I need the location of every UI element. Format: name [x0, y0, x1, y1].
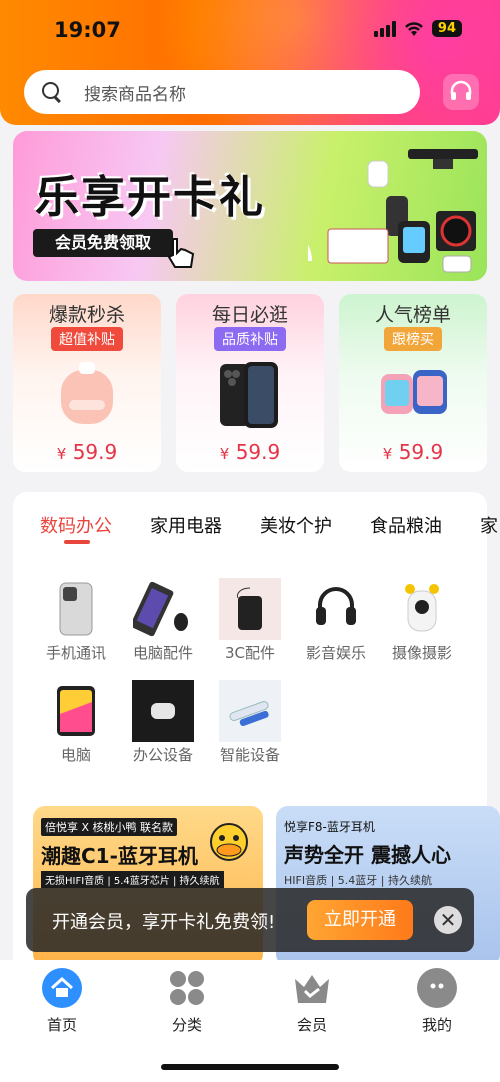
home-indicator[interactable]: [161, 1064, 339, 1070]
tile-subtitle: HIFI音质 | 5.4蓝牙 | 持久续航: [284, 874, 432, 887]
search-placeholder: 搜索商品名称: [84, 84, 186, 105]
category-office-equipment[interactable]: 办公设备: [121, 680, 205, 765]
promo-badge: 品质补贴: [214, 327, 286, 351]
category-label: 影音娱乐: [305, 644, 366, 662]
banner-products-image: [308, 149, 478, 273]
nav-profile[interactable]: 我的: [387, 968, 487, 1035]
promo-title: 每日必逛: [211, 304, 288, 326]
active-tab-indicator: [64, 540, 90, 544]
pointer-hand-icon: [167, 238, 195, 268]
headset-icon: [450, 80, 472, 100]
category-phone[interactable]: 手机通讯: [34, 578, 118, 663]
tablet-icon: [57, 686, 95, 736]
promo-price: ¥ 59.9: [56, 440, 118, 464]
customer-service-button[interactable]: [443, 74, 479, 110]
promo-badge: 跟榜买: [384, 327, 442, 351]
powerbank-icon: [237, 587, 262, 630]
camera-icon: [405, 584, 439, 632]
status-icons: 94: [373, 20, 462, 37]
category-label: 智能设备: [219, 746, 280, 764]
nav-category[interactable]: 分类: [137, 968, 237, 1035]
promo-badge: 超值补贴: [51, 327, 123, 351]
promo-price: ¥ 59.9: [382, 440, 444, 464]
category-grid-icon: [167, 968, 207, 1008]
nav-label: 分类: [171, 1016, 202, 1034]
category-audio-entertainment[interactable]: 影音娱乐: [294, 578, 378, 663]
profile-icon: [417, 968, 457, 1008]
wifi-icon: [404, 21, 423, 36]
category-camera[interactable]: 摄像摄影: [380, 578, 464, 663]
promo-card-popular[interactable]: 人气榜单 跟榜买 ¥ 59.9: [339, 294, 487, 472]
category-label: 3C配件: [224, 644, 276, 662]
signal-icon: [373, 20, 396, 37]
banner-cta-button[interactable]: 会员免费领取: [33, 229, 174, 257]
category-label: 电脑: [60, 746, 91, 764]
promo-card-flash-sale[interactable]: 爆款秒杀 超值补贴 ¥ 59.9: [13, 294, 161, 472]
nav-member[interactable]: 会员: [262, 968, 362, 1035]
tile-title: 声势全开 震撼人心: [284, 843, 451, 867]
promo-title: 爆款秒杀: [48, 304, 125, 326]
printer-icon: [151, 703, 175, 719]
home-icon: [42, 968, 82, 1008]
membership-toast: 开通会员，享开卡礼免费领! 立即开通 ✕: [26, 888, 474, 952]
nav-label: 首页: [46, 1016, 77, 1034]
category-3c-accessories[interactable]: 3C配件: [208, 578, 292, 663]
category-label: 办公设备: [132, 746, 193, 764]
category-label: 电脑配件: [132, 644, 193, 662]
phone-icon: [59, 582, 93, 636]
tab-food-grain[interactable]: 食品粮油: [370, 512, 442, 542]
tab-home-appliances[interactable]: 家用电器: [150, 512, 222, 542]
category-label: 摄像摄影: [391, 644, 452, 662]
tab-digital-office[interactable]: 数码办公: [40, 512, 112, 542]
nav-home[interactable]: 首页: [12, 968, 112, 1035]
category-computer-accessories[interactable]: 电脑配件: [121, 578, 205, 663]
tile-subtitle: 无损HIFI音质 | 5.4蓝牙芯片 | 持久续航: [41, 871, 224, 888]
tile-tag: 倍悦享 X 核桃小鸭 联名款: [41, 818, 178, 836]
search-icon: [42, 82, 62, 102]
category-smart-devices[interactable]: 智能设备: [208, 680, 292, 765]
banner-title: 乐享开卡礼: [35, 172, 265, 223]
tile-tag: 悦享F8-蓝牙耳机: [284, 820, 375, 834]
nav-label: 我的: [421, 1016, 452, 1034]
category-label: 手机通讯: [45, 644, 106, 662]
activate-now-button[interactable]: 立即开通: [307, 900, 413, 940]
membership-banner[interactable]: 乐享开卡礼 会员免费领取: [13, 131, 487, 281]
category-computer[interactable]: 电脑: [34, 680, 118, 765]
keyboard-icon: [133, 581, 188, 637]
humidifier-image: [61, 362, 113, 424]
promo-card-daily[interactable]: 每日必逛 品质补贴 ¥ 59.9: [176, 294, 324, 472]
toast-message: 开通会员，享开卡礼免费领!: [52, 912, 276, 933]
nav-label: 会员: [296, 1016, 327, 1034]
category-tabs: 数码办公 家用电器 美妆个护 食品粮油 家: [40, 512, 500, 542]
kids-watch-image: [381, 370, 447, 414]
pen-icon: [229, 701, 269, 727]
battery-indicator: 94: [431, 20, 462, 37]
crown-icon: [292, 968, 332, 1008]
headphone-icon: [316, 587, 356, 625]
tab-beauty-care[interactable]: 美妆个护: [260, 512, 332, 542]
tab-home[interactable]: 家: [480, 512, 498, 542]
promo-title: 人气榜单: [374, 304, 451, 326]
close-icon[interactable]: ✕: [434, 906, 462, 934]
smartphone-image: [220, 362, 278, 428]
duck-mascot-icon: [210, 823, 248, 861]
search-bar[interactable]: 搜索商品名称: [24, 70, 420, 114]
status-time: 19:07: [54, 18, 121, 42]
promo-price: ¥ 59.9: [219, 440, 281, 464]
